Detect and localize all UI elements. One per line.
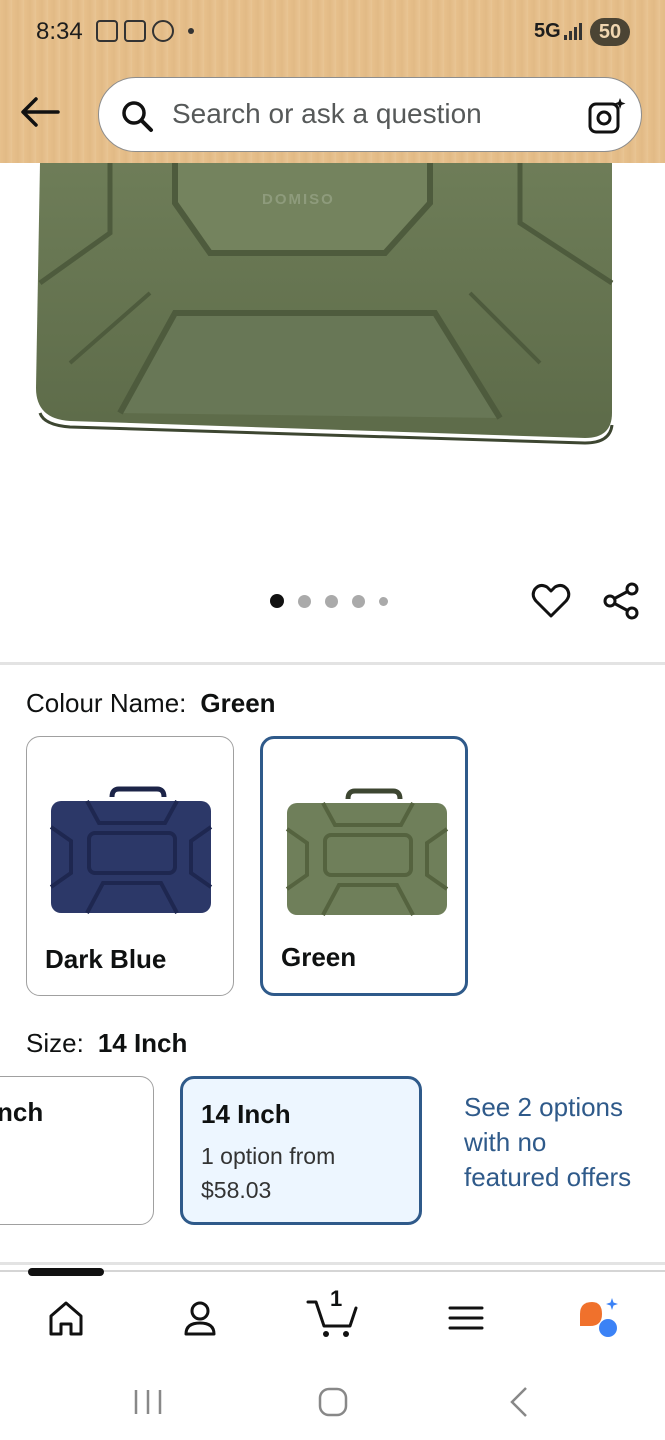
see-more-options-link[interactable]: See 2 options with no featured offers	[464, 1090, 634, 1195]
size-selected: 14 Inch	[97, 1028, 188, 1058]
status-bar: 8:34 5G 50	[0, 0, 665, 64]
search-placeholder: Search or ask a question	[172, 98, 482, 129]
size-option-partial[interactable]: nch	[0, 1076, 154, 1225]
green-sleeve-thumbnail	[285, 788, 449, 916]
product-image[interactable]: DOMISO	[0, 163, 665, 583]
pager-dot[interactable]	[379, 596, 388, 606]
recent-apps-icon[interactable]	[128, 1382, 168, 1422]
rufus-icon[interactable]	[576, 1296, 620, 1340]
size-option-title: nch	[0, 1097, 44, 1127]
size-option-availability: 1 option from	[201, 1143, 336, 1169]
status-time: 8:34	[36, 18, 83, 45]
account-icon[interactable]	[178, 1296, 222, 1340]
pager-dot[interactable]	[298, 594, 311, 608]
dark-blue-sleeve-thumbnail	[49, 786, 213, 914]
wishlist-heart-icon[interactable]	[530, 580, 572, 622]
colour-option-name: Dark Blue	[45, 944, 167, 974]
size-option-price: $58.03	[201, 1177, 272, 1203]
colour-option-name: Green	[281, 942, 357, 972]
home-icon[interactable]	[44, 1296, 88, 1340]
size-label: Size: 14 Inch	[26, 1028, 188, 1058]
cart-count: 1	[330, 1286, 343, 1311]
notification-dot-icon	[188, 28, 194, 34]
pager-dot[interactable]	[325, 594, 338, 608]
size-option-title: 14 Inch	[201, 1099, 291, 1129]
share-icon[interactable]	[600, 580, 642, 622]
laptop-sleeve-image	[36, 163, 614, 445]
calendar-icon	[124, 20, 146, 42]
signal-icon	[564, 22, 582, 40]
menu-icon[interactable]	[444, 1296, 488, 1340]
search-bar[interactable]: Search or ask a question	[98, 77, 642, 152]
home-circle-icon[interactable]	[313, 1382, 353, 1422]
system-back-icon[interactable]	[500, 1382, 540, 1422]
pager-dot[interactable]	[352, 594, 365, 608]
colour-label: Colour Name: Green	[26, 688, 276, 718]
network-type: 5G	[534, 20, 561, 42]
image-pager[interactable]	[270, 594, 388, 608]
whatsapp-icon	[152, 20, 174, 42]
back-arrow-icon[interactable]	[18, 92, 62, 132]
pager-dot[interactable]	[270, 594, 284, 608]
header: 8:34 5G 50 Search or ask a question	[0, 0, 665, 163]
search-icon	[122, 101, 153, 132]
camera-search-icon[interactable]	[587, 96, 627, 136]
colour-option-green[interactable]: Green	[260, 736, 468, 996]
system-navigation-bar	[0, 1360, 665, 1440]
active-tab-indicator	[28, 1268, 104, 1276]
size-option-14-inch[interactable]: 14 Inch 1 option from $58.03	[180, 1076, 422, 1225]
divider	[0, 1262, 665, 1265]
brand-mark: DOMISO	[262, 191, 335, 208]
battery-indicator: 50	[590, 18, 630, 46]
colour-selected: Green	[200, 688, 276, 718]
screenshot-icon	[96, 20, 118, 42]
colour-option-dark-blue[interactable]: Dark Blue	[26, 736, 234, 996]
divider	[0, 662, 665, 665]
cart-button[interactable]: 1	[306, 1286, 362, 1340]
bottom-navigation: 1	[0, 1268, 665, 1360]
